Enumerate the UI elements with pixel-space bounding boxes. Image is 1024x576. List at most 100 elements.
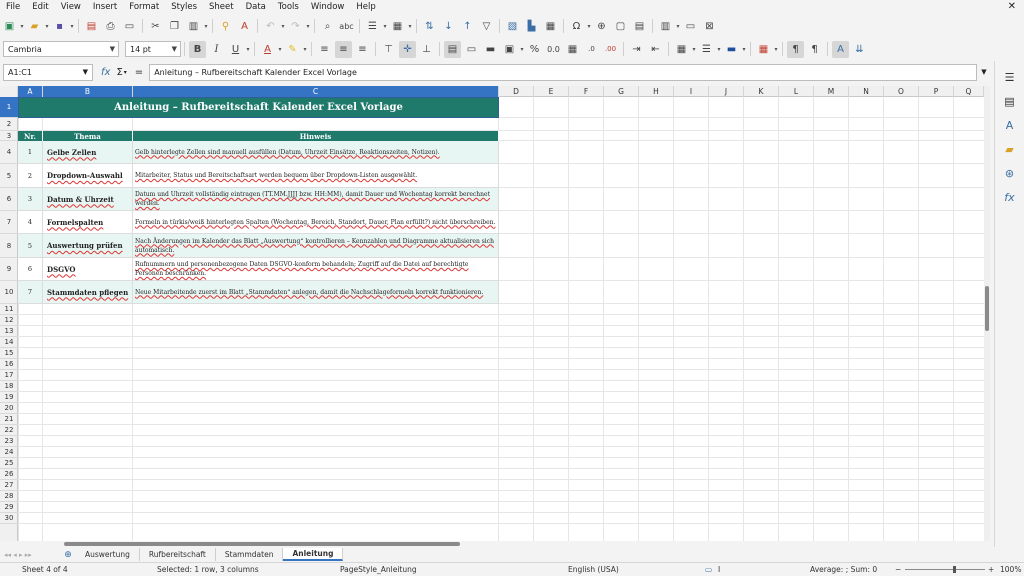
menu-view[interactable]: View [55, 0, 87, 14]
column-dropdown[interactable]: ▾ [407, 23, 413, 30]
open-folder-icon[interactable]: ▰ [26, 18, 43, 35]
cell-hinweis[interactable]: Formeln in türkis/weiß hinterlegten Spal… [133, 211, 499, 234]
close-document-icon[interactable]: ✕ [1008, 0, 1016, 14]
row-header-5[interactable]: 5 [0, 164, 18, 188]
cell-nr[interactable]: 4 [18, 211, 43, 234]
menu-file[interactable]: File [0, 0, 26, 14]
row-header-11[interactable]: 11 [0, 304, 18, 315]
row-header-13[interactable]: 13 [0, 326, 18, 337]
clear-formatting-icon[interactable]: A [236, 18, 253, 35]
vertical-scrollbar[interactable] [984, 86, 990, 541]
selection-mode-icon[interactable]: ▭ [705, 565, 712, 574]
row-header-6[interactable]: 6 [0, 188, 18, 211]
row-header-7[interactable]: 7 [0, 211, 18, 234]
status-page-style[interactable]: PageStyle_Anleitung [340, 565, 417, 574]
column-header-n[interactable]: N [849, 86, 884, 97]
menu-styles[interactable]: Styles [165, 0, 203, 14]
autofilter-icon[interactable]: ▽ [478, 18, 495, 35]
font-size-combo[interactable]: 14 pt ▼ [125, 41, 181, 57]
row-header-29[interactable]: 29 [0, 502, 18, 513]
cell-thema[interactable]: Auswertung prüfen [43, 234, 133, 258]
clone-formatting-icon[interactable]: ⚲ [217, 18, 234, 35]
export-pdf-icon[interactable]: ▤ [83, 18, 100, 35]
sidebar-menu-icon[interactable]: ☰ [1002, 69, 1018, 85]
text-left-to-right-icon[interactable]: ¶ [787, 40, 804, 58]
cell-thema[interactable]: Formelspalten [43, 211, 133, 234]
select-all-corner[interactable] [0, 86, 18, 97]
row-header-27[interactable]: 27 [0, 480, 18, 491]
conditional-dropdown[interactable]: ▾ [773, 46, 779, 53]
align-center-icon[interactable]: ≡ [335, 40, 352, 58]
increase-indent-icon[interactable]: ⇥ [628, 41, 645, 58]
row-header-12[interactable]: 12 [0, 315, 18, 326]
cell-nr[interactable]: 1 [18, 141, 43, 164]
menu-data[interactable]: Data [240, 0, 272, 14]
align-bottom-icon[interactable]: ⊥ [418, 41, 435, 58]
cell-hinweis[interactable]: Rufnummern und personenbezogene Daten DS… [133, 258, 499, 281]
highlight-color-icon[interactable]: ✎ [284, 41, 301, 58]
navigator-icon[interactable]: ⊛ [1002, 165, 1018, 181]
align-right-icon[interactable]: ≡ [354, 41, 371, 58]
row-header-22[interactable]: 22 [0, 425, 18, 436]
row-header-19[interactable]: 19 [0, 392, 18, 403]
align-middle-icon[interactable]: ✛ [399, 40, 416, 58]
menu-sheet[interactable]: Sheet [203, 0, 240, 14]
column-header-a[interactable]: A [18, 86, 43, 97]
text-horizontal-icon[interactable]: A [832, 40, 849, 58]
menu-window[interactable]: Window [305, 0, 351, 14]
menu-help[interactable]: Help [350, 0, 381, 14]
sort-descending-icon[interactable]: ↑ [459, 18, 476, 35]
merge-cells-icon[interactable]: ▭ [463, 41, 480, 58]
row-header-28[interactable]: 28 [0, 491, 18, 502]
row-header-26[interactable]: 26 [0, 469, 18, 480]
menu-format[interactable]: Format [123, 0, 165, 14]
insert-chart-icon[interactable]: ▙ [523, 18, 540, 35]
font-color-dropdown[interactable]: ▾ [277, 46, 283, 53]
align-left-icon[interactable]: ≡ [316, 41, 333, 58]
row-header-17[interactable]: 17 [0, 370, 18, 381]
column-header-e[interactable]: E [534, 86, 569, 97]
currency-dropdown[interactable]: ▾ [519, 46, 525, 53]
open-dropdown[interactable]: ▾ [44, 23, 50, 30]
menu-edit[interactable]: Edit [26, 0, 54, 14]
italic-button[interactable]: I [208, 41, 225, 58]
new-dropdown[interactable]: ▾ [19, 23, 25, 30]
highlight-dropdown[interactable]: ▾ [302, 46, 308, 53]
column-header-f[interactable]: F [569, 86, 604, 97]
text-right-to-left-icon[interactable]: ¶ [806, 41, 823, 58]
bold-button[interactable]: B [189, 40, 206, 58]
row-header-10[interactable]: 10 [0, 281, 18, 304]
cell-thema[interactable]: Stammdaten pflegen [43, 281, 133, 304]
row-header-18[interactable]: 18 [0, 381, 18, 392]
find-replace-icon[interactable]: ⌕ [319, 18, 336, 35]
column-header-q[interactable]: Q [954, 86, 984, 97]
border-color-dropdown[interactable]: ▾ [741, 46, 747, 53]
row-icon[interactable]: ☰ [364, 18, 381, 35]
column-header-l[interactable]: L [779, 86, 814, 97]
sheet-title-cell[interactable]: Anleitung – Rufbereitschaft Kalender Exc… [18, 97, 499, 118]
split-window-icon[interactable]: ⊠ [701, 18, 718, 35]
row-header-1[interactable]: 1 [0, 97, 18, 118]
spellcheck-icon[interactable]: abc [338, 18, 355, 35]
gallery-icon[interactable]: ▰ [1002, 141, 1018, 157]
column-header-k[interactable]: K [744, 86, 779, 97]
text-vertical-icon[interactable]: ⇊ [851, 41, 868, 58]
border-style-dropdown[interactable]: ▾ [716, 46, 722, 53]
row-header-24[interactable]: 24 [0, 447, 18, 458]
undo-dropdown[interactable]: ▾ [280, 23, 286, 30]
cell-hinweis[interactable]: Gelb hinterlegte Zellen sind manuell aus… [133, 141, 499, 164]
status-zoom[interactable]: 100% [1000, 565, 1021, 574]
cell-hinweis[interactable]: Datum und Uhrzeit vollständig eintragen … [133, 188, 499, 211]
row-header-20[interactable]: 20 [0, 403, 18, 414]
zoom-slider-knob[interactable] [953, 566, 956, 573]
cell-hinweis[interactable]: Mitarbeiter, Status und Bereitschaftsart… [133, 164, 499, 188]
zoom-out-icon[interactable]: − [895, 565, 901, 574]
borders-dropdown[interactable]: ▾ [691, 46, 697, 53]
redo-icon[interactable]: ↷ [287, 18, 304, 35]
row-dropdown[interactable]: ▾ [382, 23, 388, 30]
row-header-16[interactable]: 16 [0, 359, 18, 370]
paste-icon[interactable]: ▥ [185, 18, 202, 35]
date-format-icon[interactable]: ▦ [564, 41, 581, 58]
delete-decimal-icon[interactable]: .00 [602, 41, 619, 58]
percent-format-icon[interactable]: % [526, 41, 543, 58]
